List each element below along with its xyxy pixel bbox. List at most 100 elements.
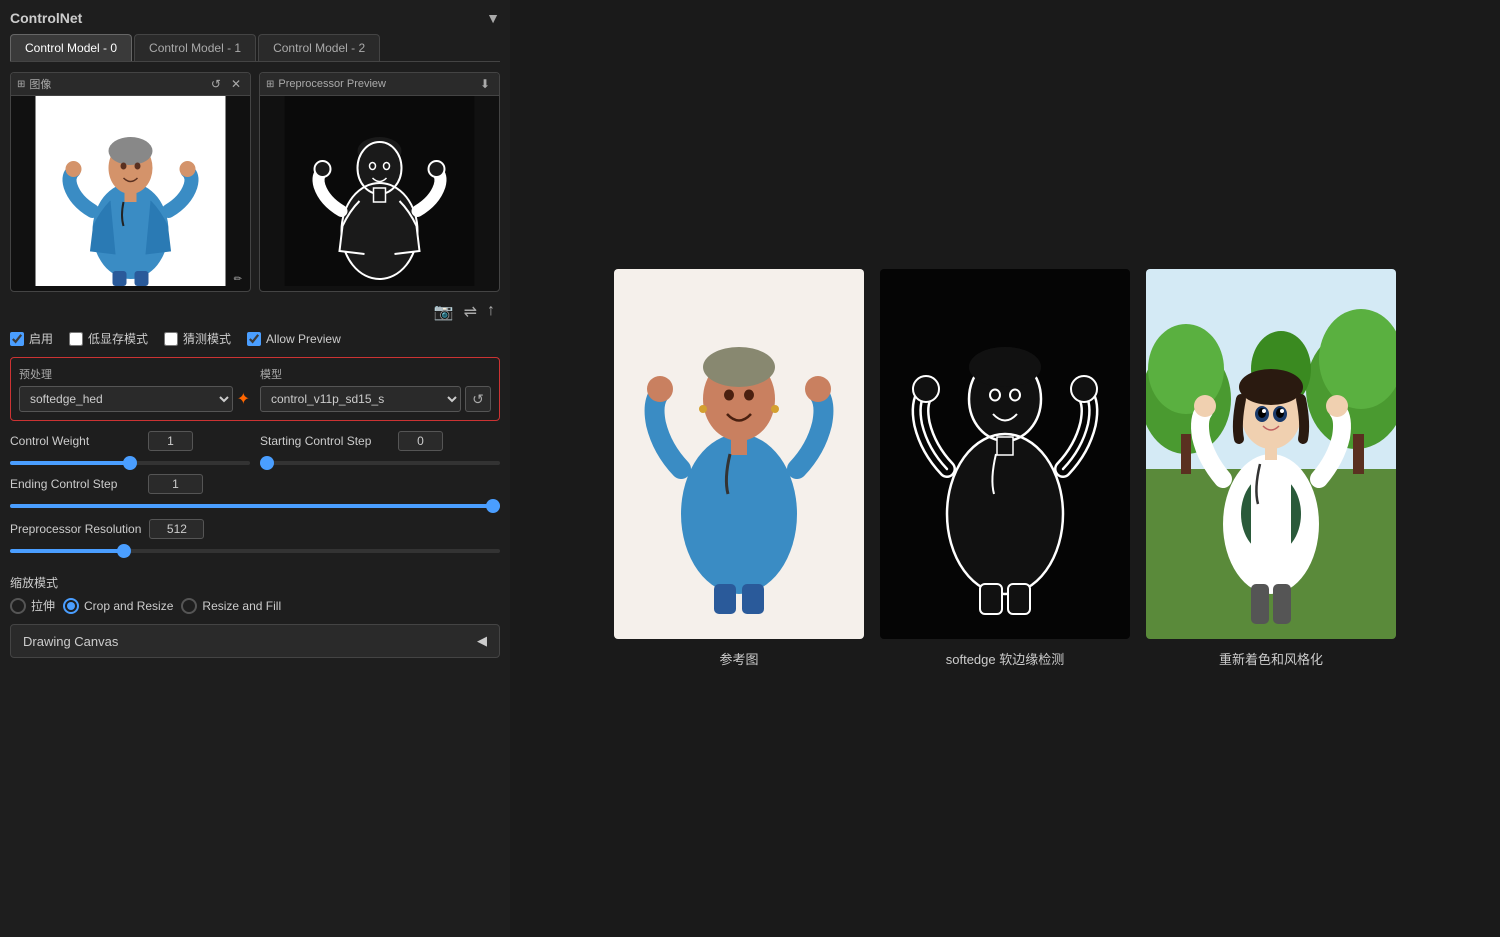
output-image-box-styled — [1146, 269, 1396, 639]
guess-mode-label: 猜测模式 — [183, 330, 231, 347]
drawing-canvas-toggle-icon: ◀ — [477, 633, 487, 649]
edit-image-btn[interactable]: ✏ — [231, 273, 245, 286]
model-select[interactable]: control_v11p_sd15_s control_v11p_sd15_ca… — [260, 386, 461, 412]
low-mem-label: 低显存模式 — [88, 330, 148, 347]
output-image-box-ref — [614, 269, 864, 639]
resize-fill-radio-item[interactable]: Resize and Fill — [181, 598, 281, 614]
resize-fill-radio-circle — [181, 598, 197, 614]
preprocessor-resolution-header: Preprocessor Resolution — [10, 519, 500, 539]
preprocessor-select-row: softedge_hed none canny depth ✦ — [19, 386, 250, 412]
ref-label: 参考图 — [719, 649, 758, 668]
starting-step-header: Starting Control Step — [260, 431, 500, 451]
stretch-radio-item[interactable]: 拉伸 — [10, 597, 55, 614]
preprocessor-resolution-group: Preprocessor Resolution — [10, 519, 500, 556]
edge-svg — [880, 269, 1130, 639]
model-label: 模型 — [260, 366, 491, 382]
ending-step-header: Ending Control Step — [10, 474, 500, 494]
allow-preview-checkbox[interactable] — [247, 332, 261, 346]
preprocessor-preview-box: ⊞ Preprocessor Preview ⬇ — [259, 72, 500, 292]
right-panel: 参考图 — [510, 0, 1500, 937]
low-mem-checkbox-item[interactable]: 低显存模式 — [69, 330, 148, 347]
input-image-content: ✏ — [11, 96, 250, 286]
preprocessor-resolution-slider[interactable] — [10, 549, 500, 553]
pm-row: 预处理 softedge_hed none canny depth ✦ 模型 c… — [19, 366, 491, 412]
drawing-canvas-row[interactable]: Drawing Canvas ◀ — [10, 624, 500, 658]
drawing-canvas-label: Drawing Canvas — [23, 634, 118, 649]
panel-toggle-btn[interactable]: ▼ — [486, 10, 500, 26]
guess-mode-checkbox-item[interactable]: 猜测模式 — [164, 330, 231, 347]
input-image-label: ⊞ 图像 — [17, 76, 51, 92]
output-image-edge: softedge 软边缘检测 — [880, 269, 1130, 668]
tab-control-model-2[interactable]: Control Model - 2 — [258, 34, 380, 61]
outline-nurse-image — [260, 96, 499, 286]
preprocessor-resolution-label: Preprocessor Resolution — [10, 522, 141, 536]
panel-header: ControlNet ▼ — [10, 10, 500, 26]
input-image-box: ⊞ 图像 ↺ ✕ — [10, 72, 251, 292]
model-refresh-btn[interactable]: ↺ — [465, 386, 491, 412]
model-select-row: control_v11p_sd15_s control_v11p_sd15_ca… — [260, 386, 491, 412]
nurse-image — [11, 96, 250, 286]
starting-step-group: Starting Control Step — [260, 431, 500, 468]
top-sliders-row: Control Weight Starting Control Step — [10, 431, 500, 468]
ending-step-value[interactable] — [148, 474, 203, 494]
styled-label: 重新着色和风格化 — [1219, 649, 1323, 668]
ending-step-slider[interactable] — [10, 504, 500, 508]
swap-icon[interactable]: ⇌ — [464, 302, 477, 322]
checkboxes-row: 启用 低显存模式 猜测模式 Allow Preview — [10, 330, 500, 347]
output-image-styled: 重新着色和风格化 — [1146, 269, 1396, 668]
starting-step-slider[interactable] — [260, 461, 500, 465]
enable-label: 启用 — [29, 330, 53, 347]
model-col: 模型 control_v11p_sd15_s control_v11p_sd15… — [260, 366, 491, 412]
starting-step-value[interactable] — [398, 431, 443, 451]
action-icons-row: 📷 ⇌ ↑ — [10, 302, 500, 322]
preprocessor-col: 预处理 softedge_hed none canny depth ✦ — [19, 366, 250, 412]
crop-resize-radio-label: Crop and Resize — [84, 599, 173, 613]
preprocessor-model-section: 预处理 softedge_hed none canny depth ✦ 模型 c… — [10, 357, 500, 421]
control-weight-group: Control Weight — [10, 431, 250, 468]
sliders-section: Control Weight Starting Control Step End… — [10, 431, 500, 564]
control-weight-value[interactable] — [148, 431, 193, 451]
allow-preview-checkbox-item[interactable]: Allow Preview — [247, 332, 341, 346]
preprocessor-preview-icons: ⬇ — [477, 76, 493, 92]
upload-icon[interactable]: ↑ — [487, 302, 495, 322]
tab-control-model-1[interactable]: Control Model - 1 — [134, 34, 256, 61]
low-mem-checkbox[interactable] — [69, 332, 83, 346]
scale-mode-radio-group: 拉伸 Crop and Resize Resize and Fill — [10, 597, 500, 614]
preprocessor-resolution-value[interactable] — [149, 519, 204, 539]
styled-svg — [1146, 269, 1396, 639]
stretch-radio-label: 拉伸 — [31, 597, 55, 614]
camera-icon[interactable]: 📷 — [434, 302, 454, 322]
preprocessor-preview-header: ⊞ Preprocessor Preview ⬇ — [260, 73, 499, 96]
preprocessor-preview-content — [260, 96, 499, 286]
scale-mode-section: 缩放模式 拉伸 Crop and Resize Resize and Fill — [10, 574, 500, 614]
panel-title: ControlNet — [10, 10, 82, 26]
control-weight-slider[interactable] — [10, 461, 250, 465]
output-image-ref: 参考图 — [614, 269, 864, 668]
preprocessor-select[interactable]: softedge_hed none canny depth — [19, 386, 233, 412]
stretch-radio-circle — [10, 598, 26, 614]
close-image-btn[interactable]: ✕ — [228, 76, 244, 92]
model-tabs: Control Model - 0 Control Model - 1 Cont… — [10, 34, 500, 62]
ref-svg — [614, 269, 864, 639]
output-images: 参考图 — [614, 269, 1396, 668]
preprocessor-star-btn[interactable]: ✦ — [237, 389, 250, 409]
refresh-image-btn[interactable]: ↺ — [208, 76, 224, 92]
enable-checkbox[interactable] — [10, 332, 24, 346]
left-panel: ControlNet ▼ Control Model - 0 Control M… — [0, 0, 510, 937]
ending-step-group: Ending Control Step — [10, 474, 500, 511]
scale-mode-label: 缩放模式 — [10, 574, 500, 591]
guess-mode-checkbox[interactable] — [164, 332, 178, 346]
crop-resize-radio-circle — [63, 598, 79, 614]
edge-label: softedge 软边缘检测 — [946, 649, 1065, 668]
output-image-box-edge — [880, 269, 1130, 639]
download-preview-btn[interactable]: ⬇ — [477, 76, 493, 92]
preprocessor-label: 预处理 — [19, 366, 250, 382]
control-weight-header: Control Weight — [10, 431, 250, 451]
ending-step-label: Ending Control Step — [10, 477, 140, 491]
control-weight-label: Control Weight — [10, 434, 140, 448]
tab-control-model-0[interactable]: Control Model - 0 — [10, 34, 132, 61]
enable-checkbox-item[interactable]: 启用 — [10, 330, 53, 347]
preprocessor-preview-label: ⊞ Preprocessor Preview — [266, 78, 386, 90]
image-previews: ⊞ 图像 ↺ ✕ — [10, 72, 500, 292]
crop-resize-radio-item[interactable]: Crop and Resize — [63, 598, 173, 614]
